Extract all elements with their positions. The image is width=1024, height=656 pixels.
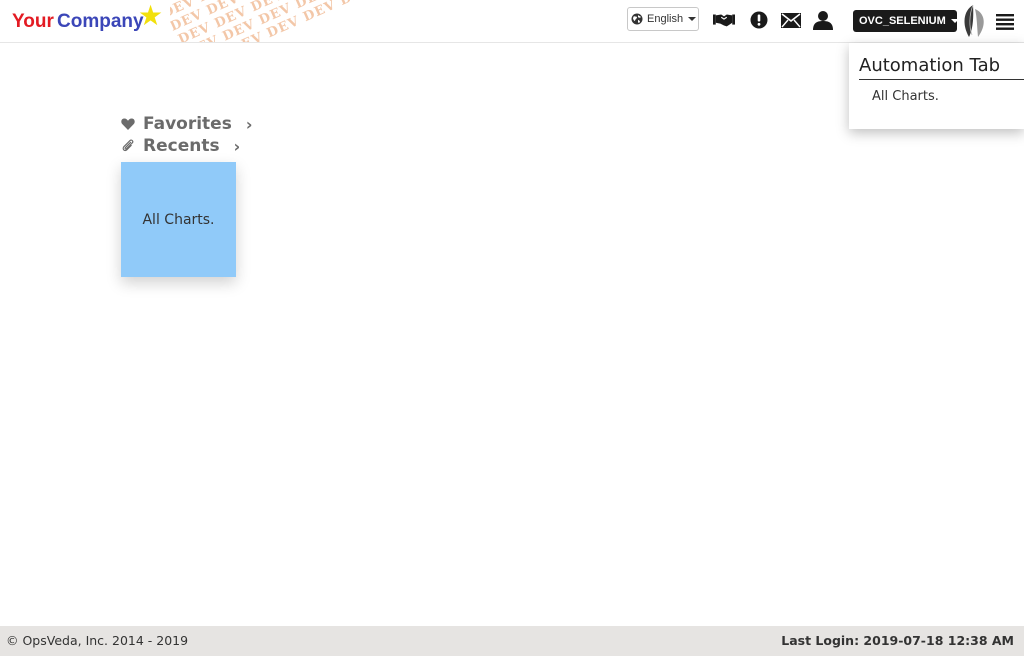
heart-icon bbox=[121, 115, 135, 134]
watermark-row: DEV DEV DEV DEV DEV DEV DEV DEV DEV DEV … bbox=[192, 0, 1024, 42]
logo-star-icon: ★ bbox=[138, 0, 164, 32]
language-select[interactable]: English bbox=[627, 7, 699, 31]
paperclip-icon bbox=[121, 137, 135, 156]
user-menu-dropdown[interactable]: OVC_SELENIUM bbox=[853, 10, 959, 32]
logo-text-your: Your bbox=[12, 11, 54, 32]
all-charts-tile[interactable]: All Charts. bbox=[121, 162, 236, 277]
globe-icon bbox=[631, 13, 643, 25]
copyright-text: © OpsVeda, Inc. 2014 - 2019 bbox=[6, 633, 189, 648]
page-footer: © OpsVeda, Inc. 2014 - 2019 Last Login: … bbox=[0, 626, 1024, 656]
last-login-text: Last Login: 2019-07-18 12:38 AM bbox=[781, 633, 1014, 648]
user-icon[interactable] bbox=[812, 9, 834, 31]
panel-item-all-charts[interactable]: All Charts. bbox=[872, 89, 939, 104]
user-menu-label: OVC_SELENIUM bbox=[859, 15, 946, 27]
alert-icon[interactable] bbox=[748, 9, 770, 31]
envelope-icon[interactable] bbox=[780, 9, 802, 31]
recents-link[interactable]: Recents › bbox=[121, 135, 240, 157]
logo-text-company: Company bbox=[57, 11, 144, 32]
handshake-icon[interactable] bbox=[713, 9, 735, 31]
chevron-right-icon: › bbox=[245, 114, 253, 134]
side-navigation: Favorites › Recents › All Charts. bbox=[105, 108, 255, 292]
company-logo[interactable]: Your Company ★ bbox=[0, 0, 170, 42]
watermark-row: DEV DEV DEV DEV DEV DEV DEV DEV DEV DEV … bbox=[160, 0, 1024, 22]
hamburger-menu-icon[interactable] bbox=[994, 10, 1016, 32]
chevron-down-icon bbox=[688, 17, 697, 21]
recents-label: Recents bbox=[143, 136, 220, 156]
favorites-label: Favorites bbox=[143, 114, 232, 134]
watermark-row: DEV DEV DEV DEV DEV DEV DEV DEV DEV DEV … bbox=[168, 0, 1024, 35]
chevron-right-icon: › bbox=[233, 136, 241, 156]
automation-tab-panel: Automation Tab All Charts. bbox=[849, 43, 1024, 129]
all-charts-tile-label: All Charts. bbox=[142, 211, 215, 228]
watermark-row: DEV DEV DEV DEV DEV DEV DEV DEV DEV DEV … bbox=[184, 0, 1024, 42]
panel-title: Automation Tab bbox=[859, 55, 1024, 80]
app-root: DEV DEV DEV DEV DEV DEV DEV DEV DEV DEV … bbox=[0, 0, 1024, 656]
chevron-down-icon bbox=[950, 19, 959, 23]
top-header: DEV DEV DEV DEV DEV DEV DEV DEV DEV DEV … bbox=[0, 0, 1024, 43]
leaf-logo-icon bbox=[960, 3, 990, 39]
watermark-row: DEV DEV DEV DEV DEV DEV DEV DEV DEV DEV … bbox=[176, 0, 1024, 42]
favorites-link[interactable]: Favorites › bbox=[121, 113, 252, 135]
language-selected-value: English bbox=[647, 13, 684, 25]
